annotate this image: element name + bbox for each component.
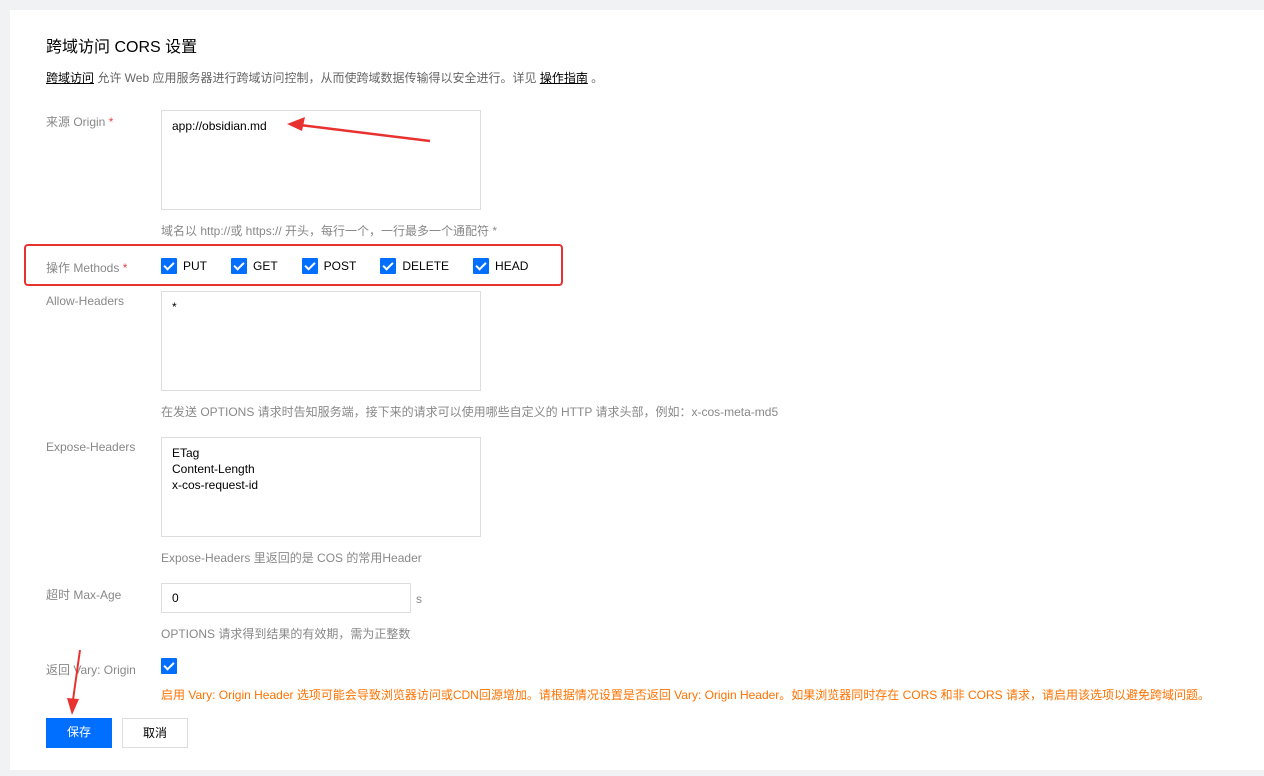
annotation-arrow-save-icon <box>67 650 80 715</box>
annotation-arrows <box>0 0 1264 776</box>
annotation-arrow-origin-icon <box>287 117 430 141</box>
